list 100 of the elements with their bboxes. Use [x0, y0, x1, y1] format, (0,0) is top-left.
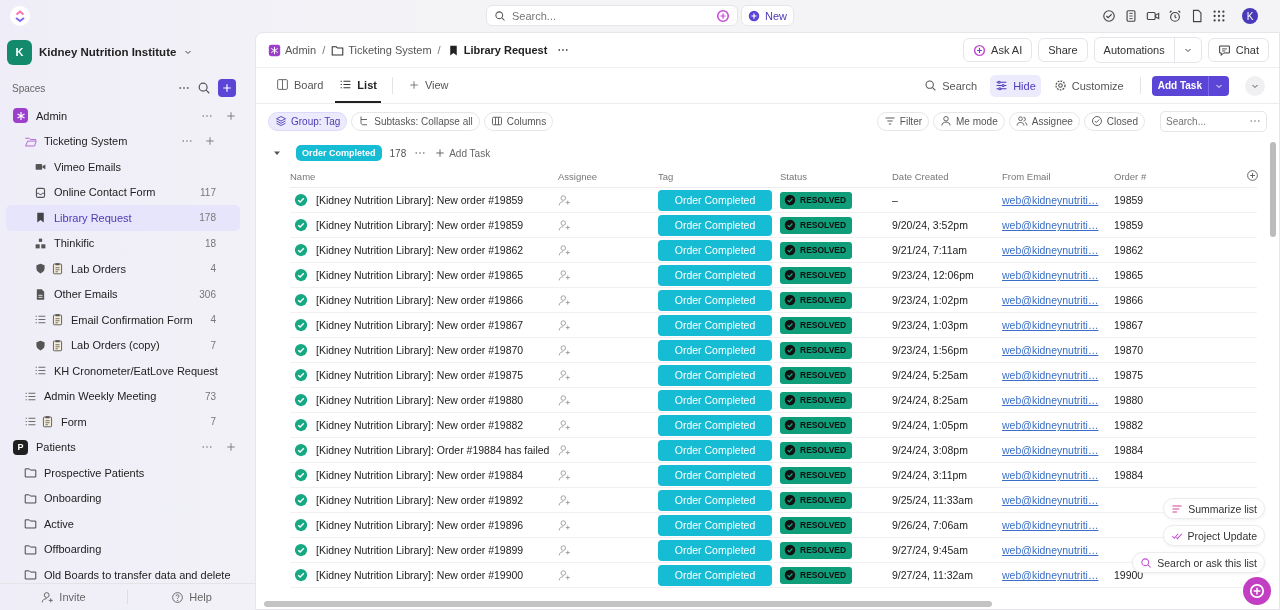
task-name[interactable]: [Kidney Nutrition Library]: New order #19866: [316, 294, 524, 306]
add-assignee-icon[interactable]: [558, 443, 571, 457]
email-link[interactable]: web@kidneynutriti…: [1002, 244, 1099, 256]
task-name[interactable]: [Kidney Nutrition Library]: New order #19899: [316, 544, 524, 556]
filter-chip[interactable]: Group: Tag: [268, 111, 348, 131]
search-icon[interactable]: [197, 81, 211, 95]
space-badge[interactable]: [13, 108, 28, 124]
scrollbar[interactable]: [264, 601, 992, 607]
column-header[interactable]: Name: [290, 170, 558, 182]
sidebar-item[interactable]: Email Confirmation Form 4: [6, 307, 240, 333]
status-check-icon[interactable]: [294, 218, 308, 232]
email-link[interactable]: web@kidneynutriti…: [1002, 494, 1099, 506]
status-check-icon[interactable]: [294, 318, 308, 332]
task-name[interactable]: [Kidney Nutrition Library]: New order #19892: [316, 494, 524, 506]
status-check-icon[interactable]: [294, 268, 308, 282]
task-name[interactable]: [Kidney Nutrition Library]: New order #19900: [316, 569, 524, 581]
task-name[interactable]: [Kidney Nutrition Library]: New order #19896: [316, 519, 524, 531]
status-badge[interactable]: RESOLVED: [780, 266, 853, 284]
status-badge[interactable]: RESOLVED: [780, 566, 853, 584]
status-badge[interactable]: RESOLVED: [780, 491, 853, 509]
new-button[interactable]: New: [741, 5, 794, 26]
status-check-icon[interactable]: [294, 518, 308, 532]
space-name[interactable]: Patients: [36, 441, 76, 454]
status-check-icon[interactable]: [294, 443, 308, 457]
sidebar-item[interactable]: Old Boards to transfer data and delete: [6, 562, 240, 583]
email-link[interactable]: web@kidneynutriti…: [1002, 419, 1099, 431]
status-badge[interactable]: RESOLVED: [780, 191, 853, 209]
breadcrumb-link[interactable]: Ticketing System: [331, 43, 432, 57]
ask-ai-button[interactable]: Ask AI: [963, 38, 1033, 62]
sidebar-item[interactable]: Lab Orders (copy) 7: [6, 332, 240, 358]
add-assignee-icon[interactable]: [558, 518, 571, 532]
search-field[interactable]: Search...: [1160, 110, 1267, 132]
add-column-icon[interactable]: [1246, 169, 1259, 182]
task-name[interactable]: [Kidney Nutrition Library]: New order #19880: [316, 394, 524, 406]
task-name[interactable]: [Kidney Nutrition Library]: Order #19884 has failed: [316, 444, 550, 456]
task-name[interactable]: [Kidney Nutrition Library]: New order #19862: [316, 244, 524, 256]
document-icon[interactable]: [1190, 9, 1204, 23]
search-input[interactable]: Search...: [512, 9, 710, 22]
collapse-button[interactable]: [1245, 75, 1265, 96]
add-assignee-icon[interactable]: [558, 243, 571, 257]
breadcrumb-link[interactable]: Admin: [268, 43, 317, 57]
sidebar-item[interactable]: Prospective Patients: [6, 460, 240, 486]
column-header[interactable]: Date Created: [892, 170, 1002, 182]
task-name[interactable]: [Kidney Nutrition Library]: New order #19882: [316, 419, 524, 431]
add-view-button[interactable]: View: [403, 68, 453, 103]
email-link[interactable]: web@kidneynutriti…: [1002, 219, 1099, 231]
sidebar-item[interactable]: Ticketing System: [6, 128, 240, 154]
task-name[interactable]: [Kidney Nutrition Library]: New order #19859: [316, 194, 524, 206]
plus-icon[interactable]: [225, 441, 237, 454]
column-header[interactable]: Assignee: [558, 170, 658, 182]
status-badge[interactable]: RESOLVED: [780, 366, 853, 384]
status-check-icon[interactable]: [294, 418, 308, 432]
status-check-icon[interactable]: [294, 543, 308, 557]
scrollbar[interactable]: [1270, 142, 1276, 237]
status-badge[interactable]: RESOLVED: [780, 466, 853, 484]
workspace-name[interactable]: Kidney Nutrition Institute: [39, 46, 177, 58]
add-assignee-icon[interactable]: [558, 368, 571, 382]
task-name[interactable]: [Kidney Nutrition Library]: New order #19865: [316, 269, 524, 281]
task-name[interactable]: [Kidney Nutrition Library]: New order #19875: [316, 369, 524, 381]
email-link[interactable]: web@kidneynutriti…: [1002, 569, 1099, 581]
add-assignee-icon[interactable]: [558, 493, 571, 507]
column-header[interactable]: Status: [780, 170, 892, 182]
view-tab[interactable]: List: [335, 68, 381, 103]
email-link[interactable]: web@kidneynutriti…: [1002, 269, 1099, 281]
sidebar-item[interactable]: KH Cronometer/EatLove Request: [6, 358, 240, 384]
help-button[interactable]: Help: [128, 590, 255, 604]
status-check-icon[interactable]: [294, 493, 308, 507]
status-check-icon[interactable]: [294, 343, 308, 357]
chat-button[interactable]: Chat: [1207, 38, 1269, 62]
column-header[interactable]: From Email: [1002, 170, 1114, 182]
invite-button[interactable]: Invite: [0, 590, 127, 604]
status-badge[interactable]: RESOLVED: [780, 341, 853, 359]
add-assignee-icon[interactable]: [558, 393, 571, 407]
status-check-icon[interactable]: [294, 393, 308, 407]
status-check-icon[interactable]: [294, 193, 308, 207]
status-badge[interactable]: RESOLVED: [780, 441, 853, 459]
status-check-icon[interactable]: [294, 243, 308, 257]
column-header[interactable]: Tag: [658, 170, 780, 182]
email-link[interactable]: web@kidneynutriti…: [1002, 194, 1099, 206]
sidebar-item[interactable]: Library Request 178: [6, 205, 240, 231]
add-assignee-icon[interactable]: [558, 468, 571, 482]
status-badge[interactable]: RESOLVED: [780, 241, 853, 259]
view-tab[interactable]: Board: [272, 68, 328, 103]
status-badge[interactable]: RESOLVED: [780, 416, 853, 434]
space-badge[interactable]: P: [13, 439, 28, 455]
add-task-link[interactable]: Add Task: [434, 147, 491, 159]
user-avatar[interactable]: K: [1242, 8, 1258, 24]
sidebar-item[interactable]: Offboarding: [6, 536, 240, 562]
breadcrumb-link[interactable]: Library Request: [446, 43, 548, 57]
ai-assistant-button[interactable]: [1243, 577, 1271, 605]
share-button[interactable]: Share: [1038, 38, 1088, 62]
status-badge[interactable]: RESOLVED: [780, 316, 853, 334]
email-link[interactable]: web@kidneynutriti…: [1002, 319, 1099, 331]
add-assignee-icon[interactable]: [558, 293, 571, 307]
status-badge[interactable]: RESOLVED: [780, 391, 853, 409]
status-badge[interactable]: RESOLVED: [780, 216, 853, 234]
toolbar-button[interactable]: Hide: [990, 74, 1041, 97]
sidebar-item[interactable]: Other Emails 306: [6, 281, 240, 307]
add-assignee-icon[interactable]: [558, 193, 571, 207]
sidebar-item[interactable]: Lab Orders 4: [6, 256, 240, 282]
